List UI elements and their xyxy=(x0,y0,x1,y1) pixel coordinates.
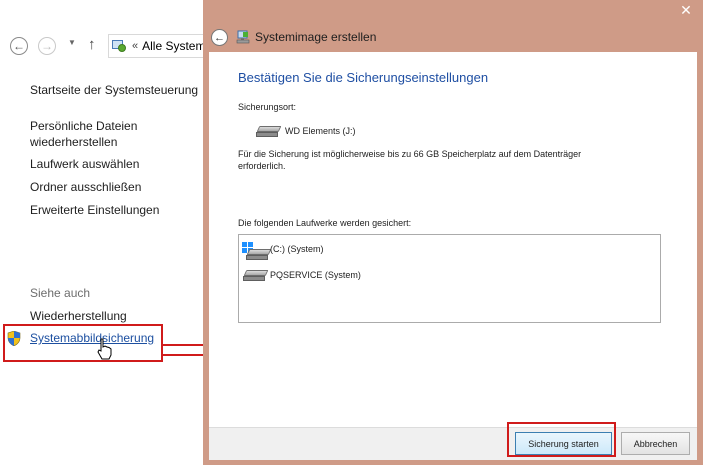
highlight-box-link xyxy=(3,324,163,362)
history-dropdown-icon[interactable]: ▼ xyxy=(68,38,76,47)
forward-arrow-icon[interactable]: → xyxy=(38,37,56,55)
cancel-button[interactable]: Abbrechen xyxy=(621,432,690,455)
sidebar-item-home[interactable]: Startseite der Systemsteuerung xyxy=(30,82,198,98)
dialog-content: Bestätigen Sie die Sicherungseinstellung… xyxy=(209,52,697,427)
sidebar-item-advanced[interactable]: Erweiterte Einstellungen xyxy=(30,202,159,218)
system-image-dialog: ✕ ← Systemimage erstellen Bestätigen Sie… xyxy=(203,0,703,465)
up-arrow-icon[interactable]: ↑ xyxy=(88,36,96,53)
windows-drive-icon xyxy=(242,242,272,260)
drive-icon xyxy=(256,126,282,138)
sidebar-item-restore-files[interactable]: Persönliche Dateien wiederherstellen xyxy=(30,118,190,150)
close-icon[interactable]: ✕ xyxy=(669,0,703,20)
highlight-box-button xyxy=(507,422,616,457)
location-label: Sicherungsort: xyxy=(238,102,297,112)
dialog-title: Systemimage erstellen xyxy=(255,30,377,44)
dialog-footer: Sicherung starten Abbrechen xyxy=(209,427,697,460)
drives-list[interactable]: (C:) (System) PQSERVICE (System) xyxy=(238,234,661,323)
see-also-heading: Siehe auch xyxy=(30,286,91,300)
page-heading: Bestätigen Sie die Sicherungseinstellung… xyxy=(238,70,489,85)
address-bar[interactable]: « Alle Systeme xyxy=(108,34,218,58)
space-note: Für die Sicherung ist möglicherweise bis… xyxy=(238,149,582,171)
drives-label: Die folgenden Laufwerke werden gesichert… xyxy=(238,218,412,228)
list-item: (C:) (System) xyxy=(270,244,324,254)
back-arrow-icon[interactable]: ← xyxy=(211,29,228,46)
sidebar-item-recovery[interactable]: Wiederherstellung xyxy=(30,308,127,324)
system-image-icon xyxy=(236,30,250,44)
drive-icon xyxy=(243,270,269,282)
control-panel-icon xyxy=(112,39,128,53)
address-separator: « xyxy=(132,40,139,52)
address-text: Alle Systeme xyxy=(142,39,213,53)
navigation-bar: ← → ▼ ↑ « Alle Systeme xyxy=(0,30,218,64)
sidebar-item-exclude-folders[interactable]: Ordner ausschließen xyxy=(30,179,141,195)
location-drive-name: WD Elements (J:) xyxy=(285,126,356,136)
sidebar-item-select-drive[interactable]: Laufwerk auswählen xyxy=(30,156,139,172)
back-arrow-icon[interactable]: ← xyxy=(10,37,28,55)
hand-cursor-icon xyxy=(97,338,112,360)
list-item: PQSERVICE (System) xyxy=(270,270,361,280)
